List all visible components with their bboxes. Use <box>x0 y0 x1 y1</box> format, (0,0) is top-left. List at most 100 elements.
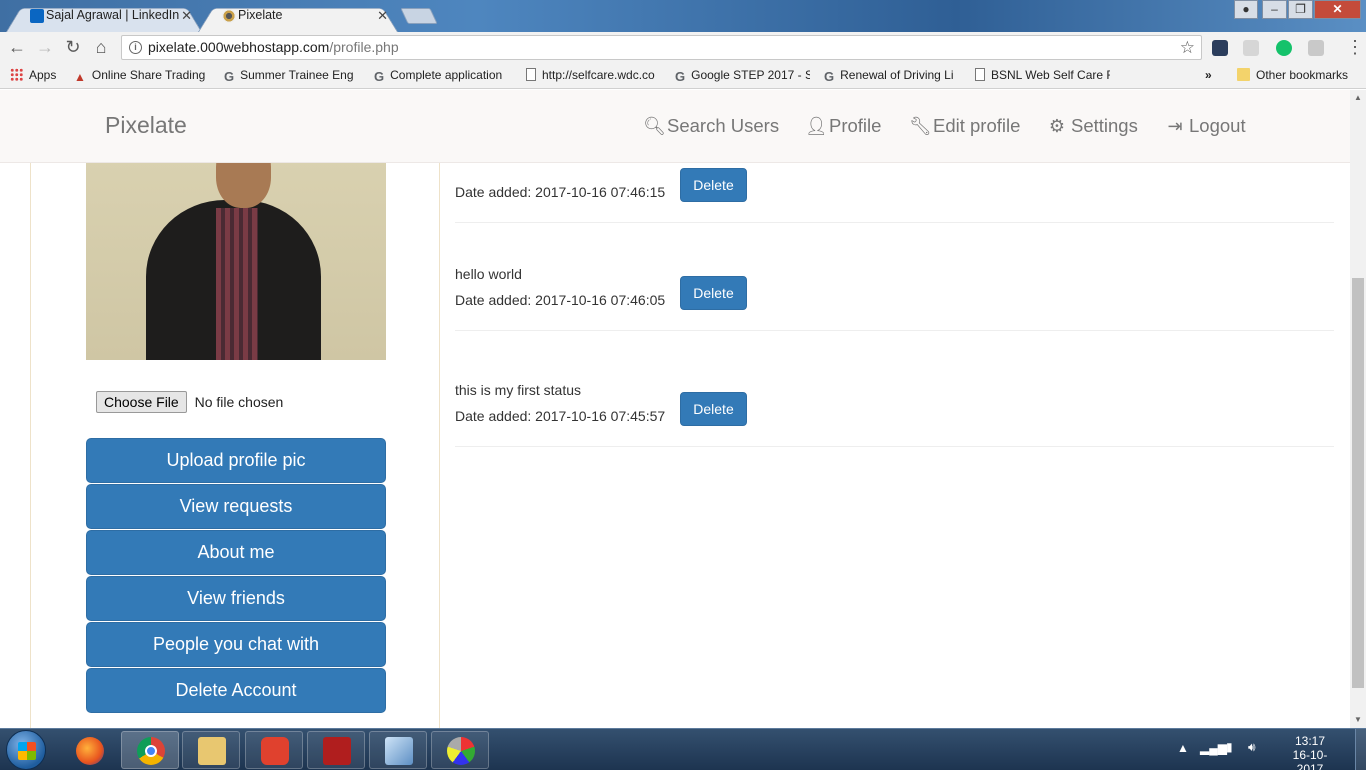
view-friends-button[interactable]: View friends <box>86 576 386 621</box>
status-date: Date added: 2017-10-16 07:46:15 <box>455 184 666 200</box>
pixelate-favicon <box>222 9 236 23</box>
system-clock[interactable]: 13:17 16-10-2017 <box>1280 734 1340 770</box>
delete-account-button[interactable]: Delete Account <box>86 668 386 713</box>
virtualbox-icon[interactable] <box>369 731 427 769</box>
apps-grid-icon <box>10 68 23 81</box>
linkedin-icon <box>30 9 44 23</box>
bookmark-star-icon[interactable]: ☆ <box>1180 36 1195 59</box>
bookmark-online-share-trading[interactable]: ▲ Online Share Trading <box>74 68 209 83</box>
tab-label: Sajal Agrawal | LinkedIn <box>46 8 180 22</box>
status-text: this is my first status <box>455 382 582 398</box>
about-me-button[interactable]: About me <box>86 530 386 575</box>
minimize-button[interactable]: – <box>1262 0 1287 19</box>
tab-pixelate[interactable]: Pixelate ✕ <box>198 3 398 32</box>
url-host: pixelate.000webhostapp.com <box>148 39 330 55</box>
divider <box>455 222 1334 223</box>
show-hidden-icons[interactable]: ▲ <box>1177 741 1189 755</box>
upload-profile-pic-button[interactable]: Upload profile pic <box>86 438 386 483</box>
nav-profile[interactable]: 👤︎Profile <box>805 115 881 137</box>
google-icon: G <box>224 69 235 82</box>
forward-icon[interactable]: → <box>34 36 56 58</box>
clock-date: 16-10-2017 <box>1292 748 1328 770</box>
url-path: /profile.php <box>329 39 399 55</box>
people-you-chat-with-button[interactable]: People you chat with <box>86 622 386 667</box>
status-date: Date added: 2017-10-16 07:46:05 <box>455 292 666 308</box>
google-icon: G <box>675 69 686 82</box>
reload-icon[interactable]: ↻ <box>62 36 84 58</box>
profile-picture <box>86 160 386 360</box>
clock-time: 13:17 <box>1294 734 1326 748</box>
user-icon: 👤︎ <box>805 116 828 136</box>
extension-icon[interactable] <box>1212 40 1228 56</box>
nav-edit-profile[interactable]: 🔧︎Edit profile <box>909 115 1020 137</box>
delete-status-button[interactable]: Delete <box>680 276 747 310</box>
tab-label: Pixelate <box>238 8 283 22</box>
firefox-icon[interactable] <box>60 731 118 769</box>
bookmark-summer-trainee[interactable]: G Summer Trainee Eng <box>224 68 357 82</box>
gear-icon: ⚙ <box>1048 116 1066 136</box>
start-button[interactable] <box>6 730 46 770</box>
back-icon[interactable]: ← <box>6 36 28 58</box>
folder-icon <box>1237 68 1250 81</box>
divider <box>455 330 1334 331</box>
grammarly-icon[interactable] <box>1276 40 1292 56</box>
new-tab-button[interactable] <box>400 8 438 24</box>
paint-icon[interactable] <box>431 731 489 769</box>
wrench-icon: 🔧︎ <box>909 116 932 136</box>
logout-icon: ⇥ <box>1167 116 1183 136</box>
scroll-down-icon[interactable]: ▼ <box>1350 712 1366 728</box>
file-status-text: No file chosen <box>194 394 284 410</box>
status-text: hello world <box>455 266 522 282</box>
nav-settings[interactable]: ⚙ Settings <box>1047 115 1138 137</box>
choose-file-button[interactable]: Choose File <box>96 391 187 413</box>
close-tab-icon[interactable]: ✕ <box>181 3 192 28</box>
divider <box>455 446 1334 447</box>
volume-icon[interactable]: 🔊︎ <box>1248 740 1256 755</box>
nav-search-users[interactable]: 🔍︎Search Users <box>643 115 779 137</box>
page-viewport: Pixelate 🔍︎Search Users 👤︎Profile 🔧︎Edit… <box>0 90 1350 728</box>
windows-taskbar: ▲ ▂▄▆ ▮ 🔊︎ 13:17 16-10-2017 <box>0 728 1366 770</box>
close-tab-icon[interactable]: ✕ <box>377 3 388 28</box>
bookmark-apps[interactable]: Apps <box>10 68 56 82</box>
bookmarks-bar: Apps ▲ Online Share Trading G Summer Train… <box>0 63 1366 89</box>
tab-linkedin[interactable]: Sajal Agrawal | LinkedIn ✕ <box>6 3 202 32</box>
shield-extension-icon[interactable] <box>1308 40 1324 56</box>
network-icon[interactable]: ▂▄▆ <box>1200 741 1227 755</box>
bookmark-other[interactable]: Other bookmarks <box>1237 68 1348 82</box>
home-icon[interactable]: ⌂ <box>90 36 112 58</box>
brand-logo[interactable]: Pixelate <box>105 112 187 139</box>
show-desktop-button[interactable] <box>1355 729 1366 770</box>
battery-icon[interactable]: ▮ <box>1226 740 1233 754</box>
maximize-button[interactable]: ❐ <box>1288 0 1313 19</box>
view-requests-button[interactable]: View requests <box>86 484 386 529</box>
user-profile-icon[interactable]: ● <box>1234 0 1258 19</box>
page-icon <box>975 68 985 81</box>
address-bar[interactable]: i pixelate.000webhostapp.com/profile.php… <box>121 35 1202 60</box>
menu-icon[interactable]: ⋮ <box>1346 37 1364 58</box>
bookmark-selfcare[interactable]: http://selfcare.wdc.co <box>526 68 660 82</box>
site-navbar: Pixelate 🔍︎Search Users 👤︎Profile 🔧︎Edit… <box>0 90 1350 163</box>
bookmark-complete-application[interactable]: G Complete application <box>374 68 510 82</box>
bookmark-renewal-driving[interactable]: G Renewal of Driving Li <box>824 68 958 82</box>
scroll-up-icon[interactable]: ▲ <box>1350 90 1366 106</box>
page-scrollbar[interactable]: ▲ ▼ <box>1350 90 1366 728</box>
pdf-extension-icon[interactable] <box>1243 40 1259 56</box>
google-icon: G <box>374 69 385 82</box>
scrollbar-thumb[interactable] <box>1352 278 1364 688</box>
file-explorer-icon[interactable] <box>182 731 240 769</box>
media-player-icon[interactable] <box>245 731 303 769</box>
bookmark-bsnl[interactable]: BSNL Web Self Care F <box>975 68 1110 82</box>
search-icon: 🔍︎ <box>643 116 666 136</box>
google-icon: G <box>824 69 835 82</box>
close-window-button[interactable]: ✕ <box>1314 0 1361 19</box>
nav-logout[interactable]: ⇥ Logout <box>1165 115 1245 137</box>
more-bookmarks-icon[interactable]: » <box>1205 68 1212 82</box>
delete-status-button[interactable]: Delete <box>680 168 747 202</box>
file-input[interactable]: Choose File No file chosen <box>96 391 283 413</box>
info-icon[interactable]: i <box>129 41 142 54</box>
acrobat-icon[interactable] <box>307 731 365 769</box>
delete-status-button[interactable]: Delete <box>680 392 747 426</box>
bookmark-google-step[interactable]: G Google STEP 2017 - S <box>675 68 810 82</box>
chrome-icon[interactable] <box>121 731 179 769</box>
browser-tab-strip: Sajal Agrawal | LinkedIn ✕ Pixelate ✕ ● … <box>0 0 1366 32</box>
